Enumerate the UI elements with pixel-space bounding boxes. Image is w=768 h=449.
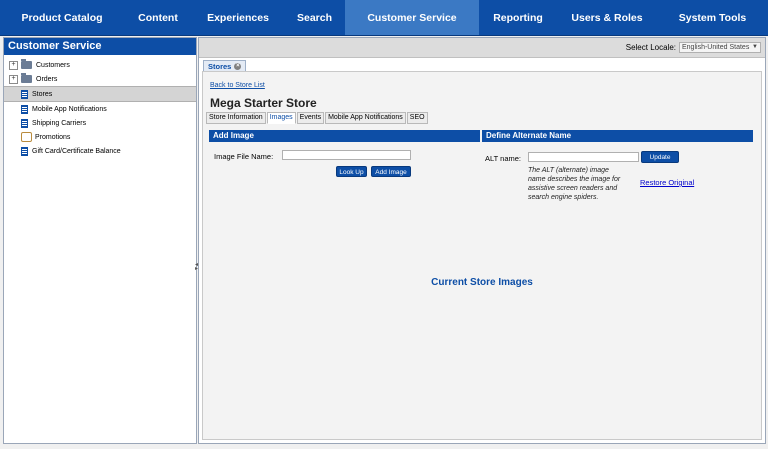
workspace: Customer Service + Customers + Orders St… [0,36,768,449]
look-up-button[interactable]: Look Up [336,166,367,177]
sidebar-item-mobile-app-notifications[interactable]: Mobile App Notifications [4,102,196,116]
nav-users-roles[interactable]: Users & Roles [557,0,657,35]
subtab-images[interactable]: Images [266,112,296,124]
sidebar-item-label: Customers [36,61,70,69]
back-to-store-list-link[interactable]: Back to Store List [210,82,265,89]
folder-icon [21,59,32,69]
locale-label: Select Locale: [625,43,676,52]
giftcard-icon [21,146,28,156]
page-title: Mega Starter Store [210,96,317,110]
subtab-store-information[interactable]: Store Information [206,112,266,124]
sidebar-item-label: Stores [32,90,53,98]
image-file-name-field[interactable] [282,150,411,160]
sidebar-item-label: Promotions [35,133,71,141]
expand-plus-icon[interactable]: + [9,74,18,84]
alt-name-field[interactable] [528,152,639,162]
top-navigation: Product Catalog Content Experiences Sear… [0,0,768,36]
store-icon [21,89,28,99]
mobile-icon [21,104,28,114]
sidebar-item-label: Gift Card/Certificate Balance [32,147,121,155]
sidebar-item-label: Mobile App Notifications [32,105,107,113]
sidebar-item-promotions[interactable]: Promotions [4,130,196,144]
locale-toolbar: Select Locale: English-United States ▼ [199,38,765,58]
alt-help-text: The ALT (alternate) image name describes… [528,167,621,201]
nav-product-catalog[interactable]: Product Catalog [0,0,124,35]
locale-value: English-United States [682,44,750,51]
locale-select[interactable]: English-United States ▼ [679,42,761,53]
main-panel: Select Locale: English-United States ▼ S… [198,37,766,444]
sidebar-item-gift-card-balance[interactable]: Gift Card/Certificate Balance [4,144,196,158]
carrier-icon [21,118,28,128]
store-content: Back to Store List Mega Starter Store St… [202,71,762,440]
nav-experiences[interactable]: Experiences [192,0,284,35]
sidebar-item-orders[interactable]: + Orders [4,72,196,86]
promotion-icon [21,132,32,142]
sidebar-item-label: Orders [36,75,58,83]
close-icon[interactable]: × [234,63,242,70]
add-image-button[interactable]: Add Image [371,166,411,177]
nav-reporting[interactable]: Reporting [479,0,557,35]
subtab-mobile-app-notifications[interactable]: Mobile App Notifications [325,112,406,124]
current-store-images-title: Current Store Images [431,277,533,288]
sidebar-item-stores[interactable]: Stores [4,86,196,102]
nav-content[interactable]: Content [124,0,192,35]
update-button[interactable]: Update [641,151,679,163]
image-file-name-label: Image File Name: [214,152,274,161]
sidebar-item-shipping-carriers[interactable]: Shipping Carriers [4,116,196,130]
nav-customer-service[interactable]: Customer Service [345,0,479,35]
add-image-header: Add Image [209,130,480,142]
expand-plus-icon[interactable]: + [9,60,18,70]
sidebar-item-label: Shipping Carriers [32,119,87,127]
store-subtabs: Store Information Images Events Mobile A… [206,112,429,124]
chevron-down-icon: ▼ [752,44,758,50]
folder-icon [21,73,32,83]
restore-original-link[interactable]: Restore Original [640,178,694,187]
sidebar-tree: + Customers + Orders Stores Mobile App N… [4,55,196,158]
nav-system-tools[interactable]: System Tools [657,0,768,35]
alt-name-label: ALT name: [485,154,521,163]
tab-label: Stores [208,62,232,71]
sidebar-item-customers[interactable]: + Customers [4,58,196,72]
define-alternate-name-header: Define Alternate Name [482,130,753,142]
nav-search[interactable]: Search [284,0,345,35]
sidebar-title: Customer Service [4,38,196,55]
subtab-events[interactable]: Events [296,112,325,124]
subtab-seo[interactable]: SEO [406,112,428,124]
sidebar: Customer Service + Customers + Orders St… [3,37,197,444]
